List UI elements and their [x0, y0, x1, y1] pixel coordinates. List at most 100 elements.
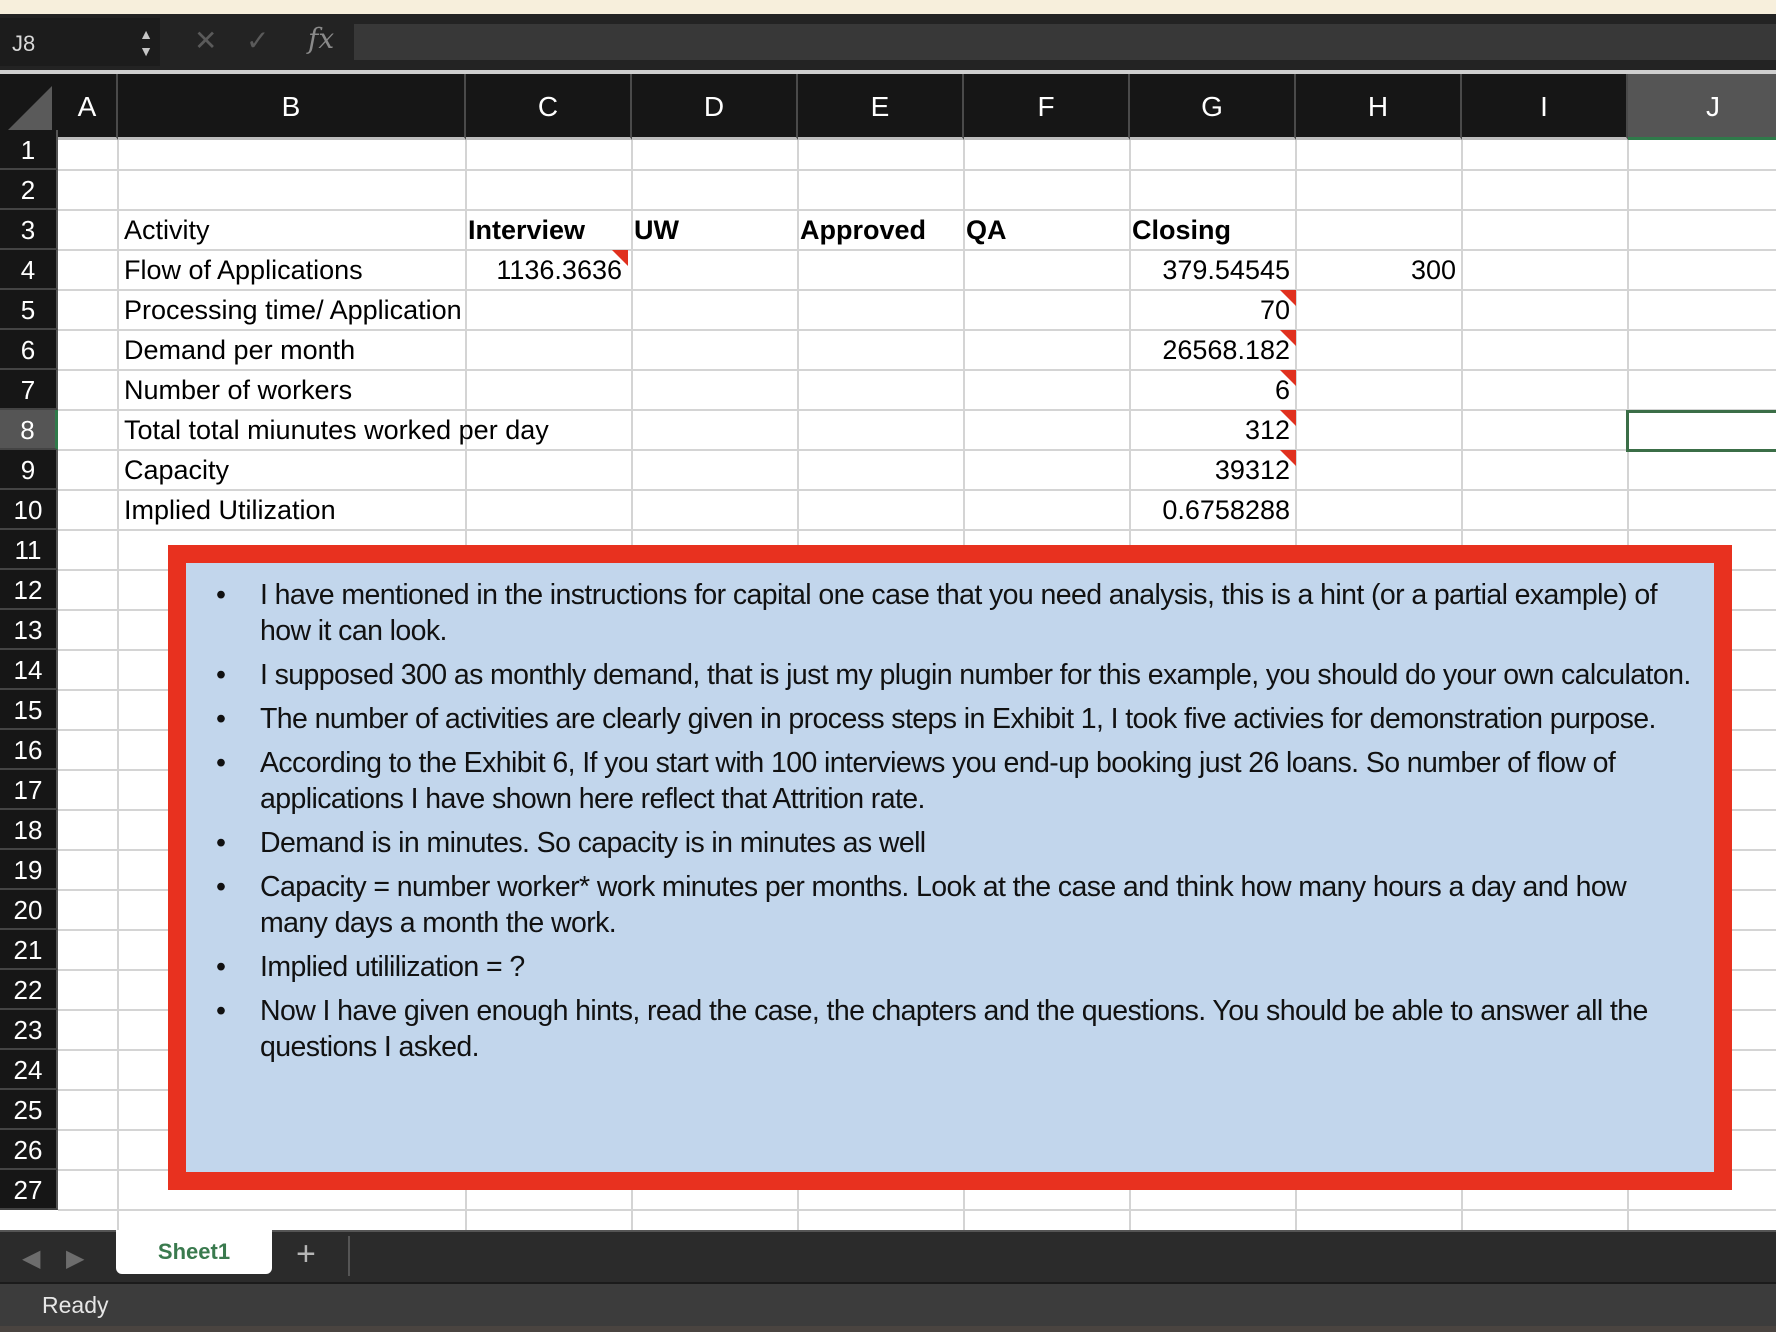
row-header-11[interactable]: 11	[0, 530, 58, 570]
column-header-B[interactable]: B	[118, 74, 466, 140]
hint-bullet-text: I have mentioned in the instructions for…	[260, 579, 1658, 647]
window-top-strip	[0, 0, 1776, 14]
hint-bullet-item: • Capacity = number worker* work minutes …	[206, 869, 1694, 941]
cell-B4[interactable]: Flow of Applications	[118, 250, 718, 289]
row-header-2[interactable]: 2	[0, 170, 58, 210]
cell-G8[interactable]: 312	[1130, 410, 1296, 449]
row-header-7[interactable]: 7	[0, 370, 58, 410]
cell-G10[interactable]: 0.6758288	[1130, 490, 1296, 529]
bullet-icon: •	[216, 579, 226, 611]
insert-function-button[interactable]: fx	[308, 22, 334, 55]
comment-indicator-icon[interactable]	[1280, 290, 1296, 306]
row-header-25[interactable]: 25	[0, 1090, 58, 1130]
cell-C3[interactable]: Interview	[462, 210, 628, 249]
hint-bullet-text: Demand is in minutes. So capacity is in …	[260, 827, 926, 859]
cell-B5[interactable]: Processing time/ Application	[118, 290, 718, 329]
row-header-21[interactable]: 21	[0, 930, 58, 970]
row-header-9[interactable]: 9	[0, 450, 58, 490]
cell-G3[interactable]: Closing	[1126, 210, 1292, 249]
row-header-5[interactable]: 5	[0, 290, 58, 330]
comment-indicator-icon[interactable]	[1280, 370, 1296, 386]
row-header-20[interactable]: 20	[0, 890, 58, 930]
cell-B7[interactable]: Number of workers	[118, 370, 718, 409]
cell-G7[interactable]: 6	[1130, 370, 1296, 409]
comment-indicator-icon[interactable]	[1280, 450, 1296, 466]
column-header-A[interactable]: A	[58, 74, 118, 140]
column-header-C[interactable]: C	[466, 74, 632, 140]
row-header-26[interactable]: 26	[0, 1130, 58, 1170]
column-header-I[interactable]: I	[1462, 74, 1628, 140]
cell-G4[interactable]: 379.54545	[1130, 250, 1296, 289]
row-header-13[interactable]: 13	[0, 610, 58, 650]
hint-bullet-item: • Demand is in minutes. So capacity is in…	[206, 825, 1694, 861]
previous-sheet-icon[interactable]: ◀	[22, 1244, 40, 1273]
column-header-E[interactable]: E	[798, 74, 964, 140]
next-sheet-icon[interactable]: ▶	[66, 1244, 84, 1273]
row-header-10[interactable]: 10	[0, 490, 58, 530]
hint-textbox-body: • I have mentioned in the instructions fo…	[186, 563, 1714, 1172]
hint-bullet-text: Now I have given enough hints, read the …	[260, 995, 1648, 1063]
confirm-formula-icon[interactable]: ✓	[246, 24, 269, 57]
bullet-icon: •	[216, 747, 226, 779]
grid-row-line	[58, 169, 1776, 171]
spreadsheet-grid[interactable]: ABCDEFGHIJ 1 2 3 4 5 6 7 8 9 10 11 12 13 14 15 16 17 18 19…	[0, 74, 1776, 1230]
hint-bullet-text: The number of activities are clearly giv…	[260, 703, 1656, 735]
row-header-15[interactable]: 15	[0, 690, 58, 730]
name-box[interactable]: J8 ▲ ▼	[0, 18, 160, 66]
cell-E3[interactable]: Approved	[794, 210, 960, 249]
sheet-tab-sheet1[interactable]: Sheet1	[116, 1230, 272, 1274]
column-header-H[interactable]: H	[1296, 74, 1462, 140]
add-sheet-button[interactable]: +	[296, 1236, 316, 1272]
cell-F3[interactable]: QA	[960, 210, 1126, 249]
row-header-14[interactable]: 14	[0, 650, 58, 690]
row-header-19[interactable]: 19	[0, 850, 58, 890]
cell-G6[interactable]: 26568.182	[1130, 330, 1296, 369]
row-header-6[interactable]: 6	[0, 330, 58, 370]
cell-B9[interactable]: Capacity	[118, 450, 718, 489]
cell-C4[interactable]: 1136.3636	[466, 250, 628, 289]
row-header-18[interactable]: 18	[0, 810, 58, 850]
bullet-icon: •	[216, 995, 226, 1027]
row-header-17[interactable]: 17	[0, 770, 58, 810]
cell-B10[interactable]: Implied Utilization	[118, 490, 718, 529]
hint-bullet-item: • The number of activities are clearly gi…	[206, 701, 1694, 737]
cell-D3[interactable]: UW	[628, 210, 794, 249]
row-header-3[interactable]: 3	[0, 210, 58, 250]
row-header-27[interactable]: 27	[0, 1170, 58, 1210]
row-header-12[interactable]: 12	[0, 570, 58, 610]
selected-cell-J8[interactable]	[1626, 410, 1776, 452]
row-header-24[interactable]: 24	[0, 1050, 58, 1090]
row-header-22[interactable]: 22	[0, 970, 58, 1010]
row-header-8[interactable]: 8	[0, 410, 58, 450]
cell-B6[interactable]: Demand per month	[118, 330, 718, 369]
cancel-formula-icon[interactable]: ✕	[194, 24, 217, 57]
row-header-4[interactable]: 4	[0, 250, 58, 290]
comment-indicator-icon[interactable]	[1280, 410, 1296, 426]
hint-textbox[interactable]: • I have mentioned in the instructions fo…	[168, 545, 1732, 1190]
row-header-23[interactable]: 23	[0, 1010, 58, 1050]
cell-G5[interactable]: 70	[1130, 290, 1296, 329]
row-header-1[interactable]: 1	[0, 130, 58, 170]
column-header-F[interactable]: F	[964, 74, 1130, 140]
bullet-icon: •	[216, 827, 226, 859]
column-header-J[interactable]: J	[1628, 74, 1776, 140]
formula-input[interactable]	[354, 24, 1776, 60]
cell-B3[interactable]: Activity	[118, 210, 478, 249]
hint-bullet-text: Implied utililization = ?	[260, 951, 525, 983]
hint-bullet-item: • I supposed 300 as monthly demand, that…	[206, 657, 1694, 693]
cell-H4[interactable]: 300	[1296, 250, 1462, 289]
comment-indicator-icon[interactable]	[612, 250, 628, 266]
name-box-value: J8	[12, 31, 36, 56]
column-header-D[interactable]: D	[632, 74, 798, 140]
window-bottom-strip	[0, 1326, 1776, 1332]
column-header-G[interactable]: G	[1130, 74, 1296, 140]
comment-indicator-icon[interactable]	[1280, 330, 1296, 346]
cell-B8[interactable]: Total total miunutes worked per day	[118, 410, 718, 449]
cell-G6-value: 26568.182	[1162, 335, 1290, 365]
grid-row-line	[58, 1209, 1776, 1211]
cell-G9[interactable]: 39312	[1130, 450, 1296, 489]
hint-bullet-item: • I have mentioned in the instructions fo…	[206, 577, 1694, 649]
name-box-spinner-icon[interactable]: ▲ ▼	[138, 26, 154, 62]
grid-row-line	[58, 529, 1776, 531]
row-header-16[interactable]: 16	[0, 730, 58, 770]
